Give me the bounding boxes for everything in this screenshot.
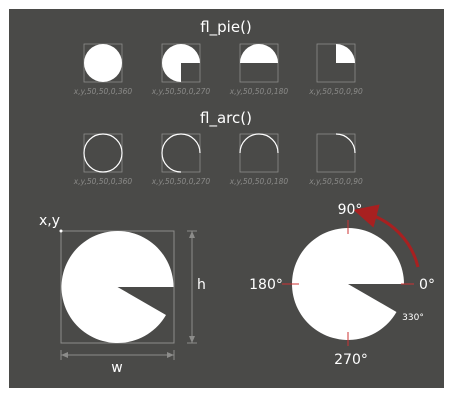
arc-example: x,y,50,50,0,180	[229, 133, 289, 186]
pie-example: x,y,50,50,0,270	[151, 43, 211, 96]
pie-example: x,y,50,50,0,90	[308, 43, 363, 96]
angle-label-90: 90°	[338, 202, 363, 218]
figure-canvas: fl_pie() x,y,50,50,0,360 x,y,50,50,0,270 x…	[39, 18, 435, 376]
origin-label: x,y	[39, 213, 60, 229]
arc-example-caption: x,y,50,50,0,180	[229, 177, 289, 186]
figure-panel: fl_pie() x,y,50,50,0,360 x,y,50,50,0,270 x…	[9, 9, 444, 388]
width-arrow-left	[61, 352, 68, 358]
angle-label-180: 180°	[249, 277, 283, 293]
arc-example-shape	[161, 133, 201, 173]
arc-example-shape	[335, 133, 356, 154]
pie-section-title: fl_pie()	[200, 18, 252, 37]
pie-example-caption: x,y,50,50,0,90	[308, 87, 363, 96]
angle-label-270: 270°	[334, 352, 368, 368]
arc-example-caption: x,y,50,50,0,360	[73, 177, 133, 186]
arc-example-caption: x,y,50,50,0,270	[151, 177, 211, 186]
pie-example: x,y,50,50,0,360	[73, 43, 133, 96]
arc-examples-row: x,y,50,50,0,360 x,y,50,50,0,270 x,y,50,50,…	[73, 133, 363, 186]
angle-diagram: 90° 180° 0° 270° 330°	[249, 202, 435, 368]
pie-example-shape	[162, 44, 200, 82]
pie-example-shape	[84, 44, 122, 82]
arc-example: x,y,50,50,0,270	[151, 133, 211, 186]
pie-example-shape	[240, 44, 278, 63]
arc-example-caption: x,y,50,50,0,90	[308, 177, 363, 186]
big-pie-shape	[61, 230, 174, 343]
pie-example-caption: x,y,50,50,0,180	[229, 87, 289, 96]
angle-pie-shape	[292, 228, 404, 341]
pie-example-caption: x,y,50,50,0,270	[151, 87, 211, 96]
origin-point	[59, 229, 63, 233]
pie-example: x,y,50,50,0,180	[229, 43, 289, 96]
angle-label-330: 330°	[402, 313, 424, 323]
height-arrow-up	[189, 231, 195, 238]
height-label: h	[197, 277, 206, 293]
arc-example: x,y,50,50,0,90	[308, 133, 363, 186]
pie-example-shape	[336, 44, 355, 63]
arc-example: x,y,50,50,0,360	[73, 133, 133, 186]
height-arrow-down	[189, 336, 195, 343]
bounding-box-diagram: x,y h w	[39, 213, 206, 376]
angle-label-0: 0°	[419, 277, 435, 293]
width-label: w	[111, 360, 122, 376]
arc-example-shape	[239, 133, 279, 154]
pie-examples-row: x,y,50,50,0,360 x,y,50,50,0,270 x,y,50,50,…	[73, 43, 363, 96]
arc-section-title: fl_arc()	[200, 109, 252, 128]
pie-example-caption: x,y,50,50,0,360	[73, 87, 133, 96]
width-arrow-right	[167, 352, 174, 358]
arc-example-shape	[83, 133, 123, 173]
